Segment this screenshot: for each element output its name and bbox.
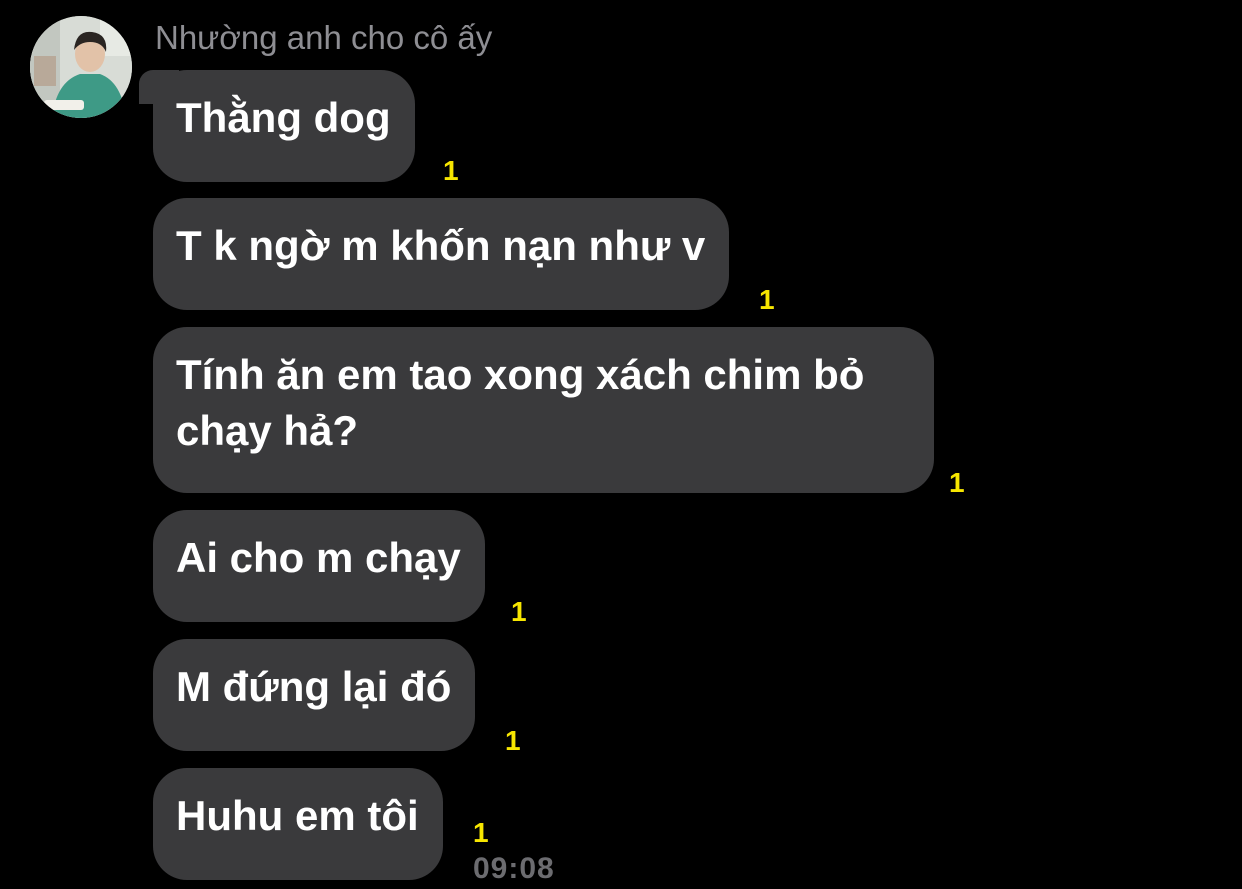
unread-count: 1 [759, 284, 775, 315]
message-bubble[interactable]: Tính ăn em tao xong xách chim bỏ chạy hả… [153, 327, 934, 493]
avatar-photo [30, 16, 132, 118]
message-bubble[interactable]: Huhu em tôi [153, 768, 443, 880]
unread-count: 1 [505, 725, 521, 756]
unread-count: 1 [511, 596, 527, 627]
message-bubble[interactable]: M đứng lại đó [153, 639, 476, 751]
sender-avatar[interactable] [30, 16, 132, 118]
message-text: Tính ăn em tao xong xách chim bỏ chạy hả… [176, 351, 865, 454]
message-text: Thằng dog [176, 94, 391, 141]
message-bubble[interactable]: T k ngờ m khốn nạn như v [153, 198, 730, 310]
message-bubble[interactable]: Ai cho m chạy [153, 510, 485, 622]
message-bubble[interactable]: Thằng dog [139, 70, 415, 182]
unread-count: 1 [949, 467, 965, 498]
unread-count: 1 [473, 817, 489, 848]
sender-name: Nhường anh cho cô ấy [155, 19, 493, 56]
unread-count: 1 [443, 155, 459, 186]
message-text: M đứng lại đó [176, 663, 452, 710]
message-timestamp: 09:08 [473, 852, 555, 885]
message-text: T k ngờ m khốn nạn như v [176, 222, 706, 269]
message-text: Ai cho m chạy [176, 534, 461, 581]
message-text: Huhu em tôi [176, 792, 419, 839]
bubble-tail [139, 70, 179, 104]
